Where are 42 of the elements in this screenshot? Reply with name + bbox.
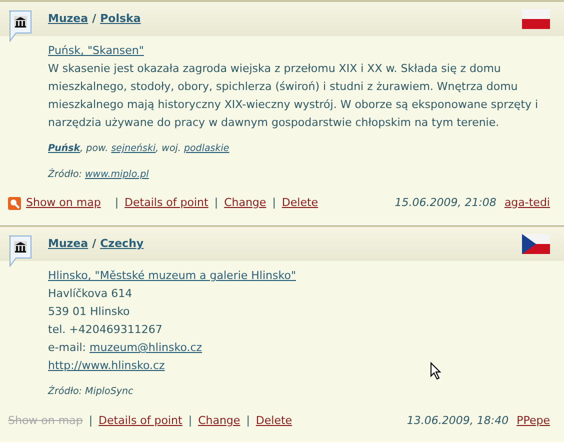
user-link[interactable]: PPepe (516, 412, 550, 430)
place-title-link[interactable]: Puńsk, "Skansen" (48, 42, 144, 60)
email-link[interactable]: muzeum@hlinsko.cz (90, 341, 202, 354)
date-text: 13.06.2009, 18:40 (406, 412, 509, 429)
place-title-link[interactable]: Hlinsko, "Městské muzeum a galerie Hlinsko" (48, 267, 296, 285)
separator: | (188, 412, 192, 429)
show-on-map-link: Show on map (8, 412, 83, 429)
country-link[interactable]: Polska (100, 10, 141, 28)
location-text: Puńsk, pow. sejneński, woj. podlaskie (48, 142, 230, 156)
magnifier-icon (8, 196, 21, 210)
address-line: tel. +420469311267 (48, 322, 164, 338)
location-link[interactable]: Puńsk (48, 143, 80, 154)
action-link[interactable]: Delete (282, 194, 318, 212)
user-link[interactable]: aga-tedi (504, 194, 550, 212)
category-link[interactable]: Muzea (48, 10, 88, 28)
action-link[interactable]: Details of point (98, 412, 182, 430)
separator: | (272, 194, 276, 211)
address-line: Havlíčkova 614 (48, 286, 134, 302)
separator: | (246, 412, 250, 429)
date-text: 15.06.2009, 21:08 (394, 194, 496, 211)
source-link[interactable]: www.miplo.pl (85, 169, 149, 180)
action-link[interactable]: Details of point (124, 194, 208, 212)
source-text: Źródło: www.miplo.pl (48, 167, 150, 182)
action-link[interactable]: Delete (256, 412, 292, 430)
description-text: W skasenie jest okazała zagroda wiejska z przełomu XIX i XX w. Składa się z domu mieszkalnego, stodoły, obory, spichlerza (świroń) i studni z żurawiem. Wnętrza domu mieszkalnego mają historyczny XIX-wieczny wystrój. W oborze są eksponowane sprzęty i narzędzia używane do pracy w dawnym gospodarstwie chłopskim na tym terenie. (48, 61, 540, 131)
separator: | (88, 412, 93, 429)
separator: | (114, 194, 119, 211)
address-line: 539 01 Hlinsko (48, 304, 131, 320)
category-link[interactable]: Muzea (48, 236, 88, 252)
address-line: e-mail: muzeum@hlinsko.cz (48, 340, 204, 356)
country-link[interactable]: Czechy (100, 236, 144, 252)
breadcrumb-separator: / (92, 236, 96, 252)
action-link[interactable]: Change (198, 412, 240, 430)
website-link[interactable]: http://www.hlinsko.cz (48, 359, 165, 372)
separator: | (214, 194, 218, 211)
action-link[interactable]: Change (224, 194, 266, 212)
breadcrumb-separator: / (92, 10, 96, 27)
source-text: Źródło: MiploSync (48, 384, 134, 399)
location-link[interactable]: sejneński (111, 143, 156, 154)
location-link[interactable]: podlaskie (184, 143, 230, 154)
show-on-map-link[interactable]: Show on map (26, 194, 101, 212)
mouse-cursor-icon (430, 362, 442, 380)
